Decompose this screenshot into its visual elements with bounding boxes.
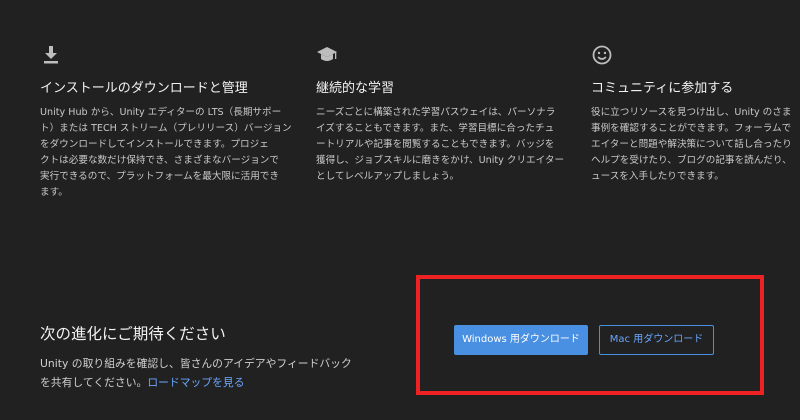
feature-community: コミュニティに参加する 役に立つリソースを見つけ出し、Unity のさま 事例を… <box>591 44 800 185</box>
feature-description: 役に立つリソースを見つけ出し、Unity のさま 事例を確認することができます。… <box>591 107 792 182</box>
roadmap-text: を共有してください。 <box>40 376 148 389</box>
smiley-icon <box>592 45 612 65</box>
roadmap-title: 次の進化にご期待ください <box>40 325 226 343</box>
roadmap-link[interactable]: ロードマップを見る <box>147 376 244 389</box>
roadmap-description: Unity の取り組みを確認し、皆さんのアイデアやフィードバック を共有してくだ… <box>40 354 385 392</box>
roadmap-text: Unity の取り組みを確認し、皆さんのアイデアやフィードバック <box>40 357 352 370</box>
feature-download-manage: インストールのダウンロードと管理 Unity Hub から、Unity エディタ… <box>40 44 305 201</box>
feature-title: インストールのダウンロードと管理 <box>40 81 248 96</box>
feature-title: コミュニティに参加する <box>591 81 734 96</box>
download-icon <box>44 46 58 64</box>
feature-description: ニーズごとに構築された学習パスウェイは、パーソナラ イズすることもできます。また… <box>316 107 565 182</box>
windows-download-button[interactable]: Windows 用ダウンロード <box>454 325 588 355</box>
feature-continuous-learning: 継続的な学習 ニーズごとに構築された学習パスウェイは、パーソナラ イズすることも… <box>316 44 581 185</box>
mac-download-button[interactable]: Mac 用ダウンロード <box>599 325 714 355</box>
feature-title: 継続的な学習 <box>316 81 395 96</box>
feature-description: Unity Hub から、Unity エディターの LTS（長期サポー ト）また… <box>40 107 292 198</box>
graduation-cap-icon <box>317 47 337 61</box>
